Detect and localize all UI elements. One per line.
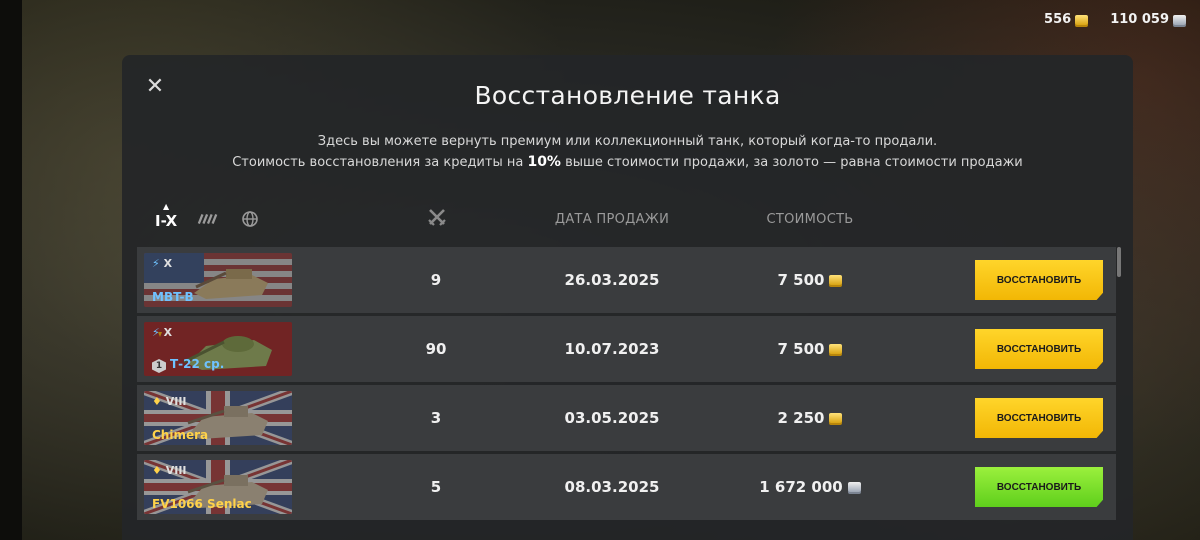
- tier-label: X: [163, 326, 173, 339]
- gold-icon: [829, 344, 843, 354]
- battles-count: 5: [430, 478, 442, 496]
- cost-amount: 7 500: [777, 271, 825, 289]
- credits-amount: 110 059: [1110, 12, 1169, 27]
- nation-filter[interactable]: [239, 210, 261, 228]
- tier-filter-label: I-X: [155, 212, 178, 230]
- description-text-end: выше стоимости продажи, за золото — равн…: [560, 155, 1023, 170]
- restore-cost: 2 250: [710, 409, 910, 427]
- tank-thumbnail: ♦ VIII Chimera: [144, 391, 292, 445]
- table-row[interactable]: ⚡ X 1 Т-22 ср. 90 10.07.2023 7 500 ВОССТАНОВИТ…: [137, 316, 1116, 382]
- gold-icon: [1075, 14, 1089, 25]
- sale-date: 26.03.2025: [564, 271, 660, 289]
- tank-thumbnail: ⚡ X MBT-B: [144, 253, 292, 307]
- gold-balance: 556: [1044, 12, 1089, 27]
- premium-icon: ♦: [152, 464, 162, 477]
- premium-icon: ♦: [152, 395, 162, 408]
- crossed-swords-icon: [428, 209, 446, 226]
- cost-column-header[interactable]: СТОИМОСТЬ: [710, 212, 910, 227]
- gold-icon: [829, 413, 843, 423]
- tank-name: FV1066 Senlac: [152, 497, 252, 511]
- table-row[interactable]: ♦ VIII FV1066 Senlac 5 08.03.2025 1 672 000 В…: [137, 454, 1116, 520]
- tank-type-icon: [197, 213, 218, 225]
- globe-icon: [242, 211, 258, 227]
- sale-date: 10.07.2023: [564, 340, 660, 358]
- sale-date: 03.05.2025: [564, 409, 660, 427]
- battles-column-header[interactable]: [427, 207, 447, 229]
- restore-button[interactable]: ВОССТАНОВИТЬ: [975, 260, 1103, 300]
- credits-icon: [847, 482, 861, 492]
- restore-button[interactable]: ВОССТАНОВИТЬ: [975, 329, 1103, 369]
- battles-count: 90: [425, 340, 447, 358]
- tank-thumbnail: ⚡ X 1 Т-22 ср.: [144, 322, 292, 376]
- restore-tank-modal: ✕ Восстановление танка Здесь вы можете в…: [122, 55, 1133, 540]
- collector-icon: ⚡: [152, 257, 160, 270]
- credits-balance: 110 059: [1110, 12, 1186, 27]
- tank-name-label: Chimera: [152, 428, 209, 442]
- restore-button[interactable]: ВОССТАНОВИТЬ: [975, 398, 1103, 438]
- tank-name: Chimera: [152, 428, 208, 442]
- tank-thumbnail: ♦ VIII FV1066 Senlac: [144, 460, 292, 514]
- tank-name: 1 Т-22 ср.: [152, 357, 224, 373]
- collector-icon: ⚡: [152, 326, 160, 339]
- currency-bar: 556 110 059: [1044, 12, 1186, 27]
- tank-tier: ♦ VIII: [152, 395, 187, 408]
- tier-label: X: [163, 257, 173, 270]
- modal-description: Здесь вы можете вернуть премиум или колл…: [122, 132, 1133, 173]
- left-edge: [0, 0, 22, 540]
- filter-bar: ▲ I-X: [155, 202, 261, 231]
- restore-cost: 1 672 000: [710, 478, 910, 496]
- battles-count: 9: [430, 271, 442, 289]
- tank-tier: ♦ VIII: [152, 464, 187, 477]
- tier-label: VIII: [165, 395, 187, 408]
- tank-type-filter[interactable]: [197, 210, 219, 228]
- restore-button[interactable]: ВОССТАНОВИТЬ: [975, 467, 1103, 507]
- sale-date: 08.03.2025: [564, 478, 660, 496]
- scrollbar[interactable]: [1117, 247, 1121, 277]
- cost-amount: 7 500: [777, 340, 825, 358]
- mastery-badge-icon: 1: [152, 359, 166, 373]
- description-line-2: Стоимость восстановления за кредиты на 1…: [122, 152, 1133, 173]
- tier-filter[interactable]: ▲ I-X: [155, 202, 178, 230]
- description-line-1: Здесь вы можете вернуть премиум или колл…: [317, 134, 938, 149]
- battles-count: 3: [430, 409, 442, 427]
- sort-caret-icon: ▲: [163, 202, 170, 211]
- gold-amount: 556: [1044, 12, 1072, 27]
- tank-tier: ⚡ X: [152, 257, 172, 270]
- modal-title: Восстановление танка: [474, 81, 781, 110]
- restore-cost: 7 500: [710, 271, 910, 289]
- gold-icon: [829, 275, 843, 285]
- tank-name: MBT-B: [152, 290, 194, 304]
- tier-label: VIII: [165, 464, 187, 477]
- restore-cost: 7 500: [710, 340, 910, 358]
- description-text: Стоимость восстановления за кредиты на: [232, 155, 528, 170]
- table-row[interactable]: ⚡ X MBT-B 9 26.03.2025 7 500 ВОССТАНОВИТЬ: [137, 247, 1116, 313]
- tank-list: ⚡ X MBT-B 9 26.03.2025 7 500 ВОССТАНОВИТЬ ⚡ X 1…: [137, 247, 1116, 523]
- tank-name-label: FV1066 Senlac: [152, 497, 252, 511]
- date-column-header[interactable]: ДАТА ПРОДАЖИ: [522, 212, 702, 227]
- tank-tier: ⚡ X: [152, 326, 172, 339]
- cost-amount: 1 672 000: [759, 478, 843, 496]
- description-percent: 10%: [527, 154, 561, 170]
- table-row[interactable]: ♦ VIII Chimera 3 03.05.2025 2 250 ВОССТАНОВИТ…: [137, 385, 1116, 451]
- tank-name-label: Т-22 ср.: [170, 357, 225, 371]
- tank-name-label: MBT-B: [152, 290, 194, 304]
- cost-amount: 2 250: [777, 409, 825, 427]
- credits-icon: [1173, 14, 1186, 25]
